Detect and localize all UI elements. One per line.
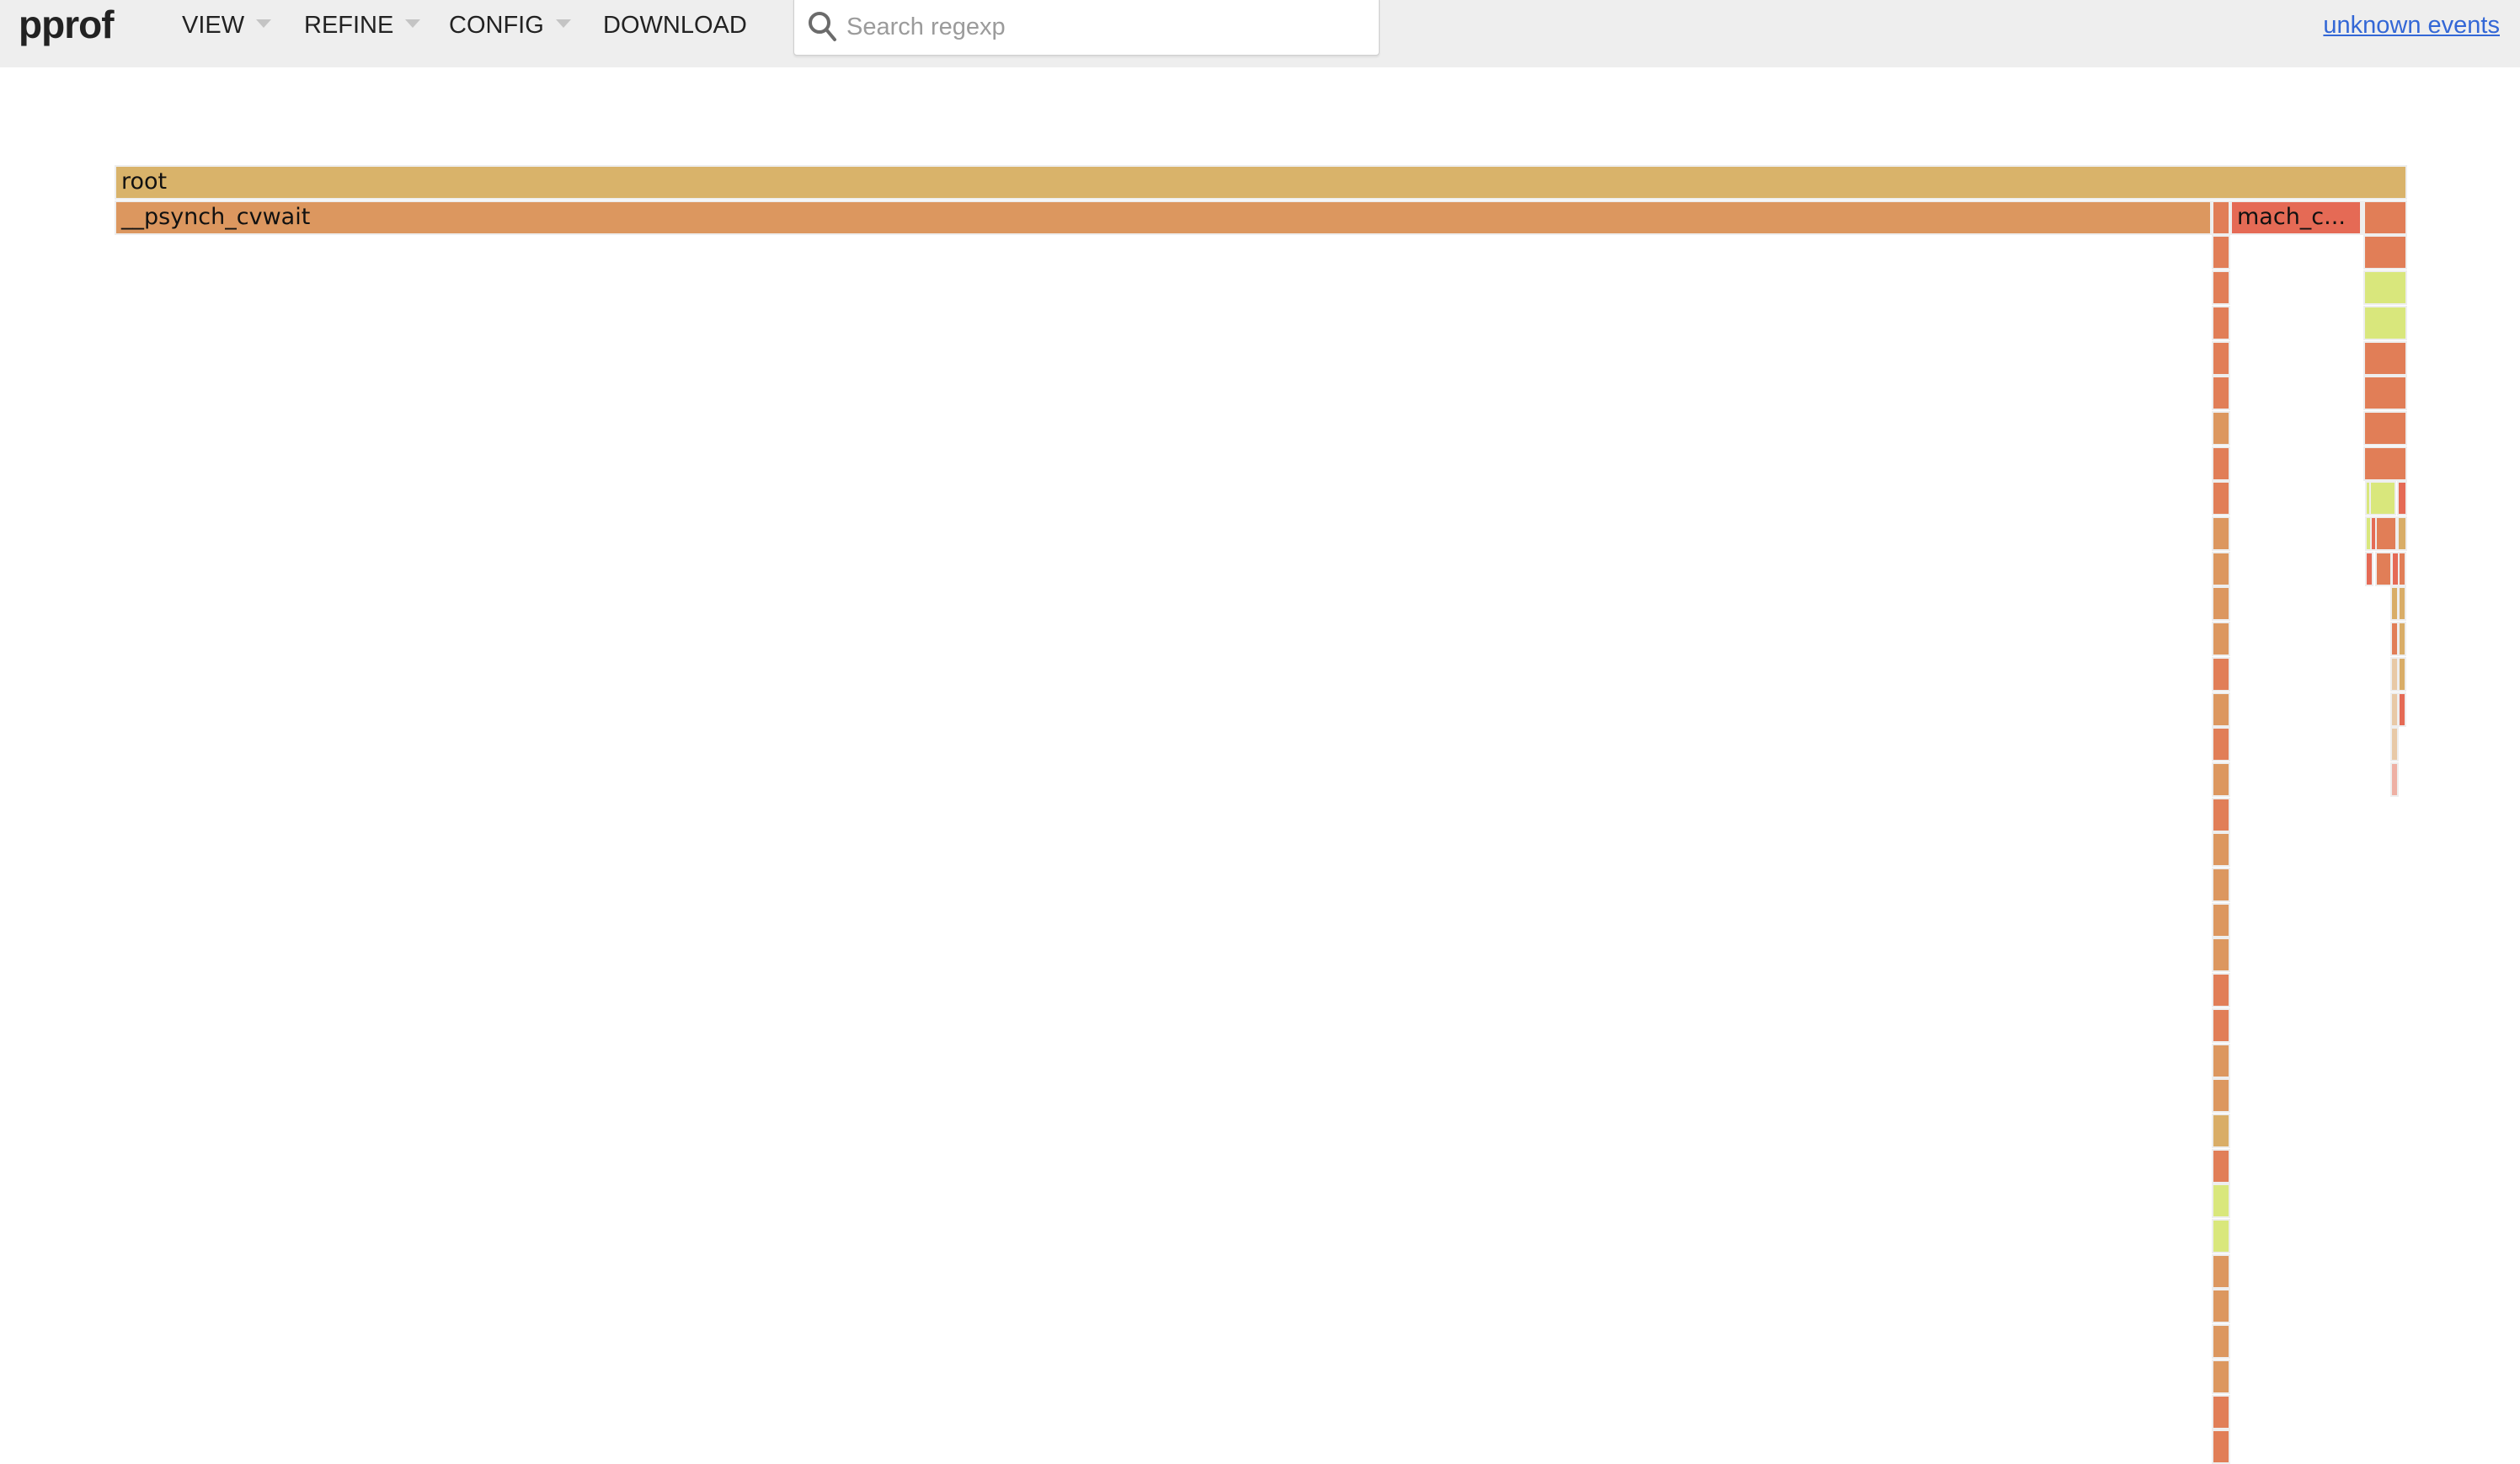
flame-frame[interactable]	[2397, 481, 2407, 516]
flame-frame[interactable]	[2375, 516, 2397, 551]
flame-frame[interactable]	[2212, 938, 2230, 973]
flame-frame[interactable]	[2363, 376, 2407, 411]
flame-frame[interactable]	[2212, 200, 2230, 235]
flame-frame[interactable]	[2212, 551, 2230, 586]
flame-frame[interactable]	[2212, 376, 2230, 411]
flame-frame[interactable]	[2212, 270, 2230, 306]
flame-frame[interactable]	[2390, 727, 2399, 762]
flame-frame[interactable]	[2212, 656, 2230, 692]
flame-frame[interactable]	[2212, 340, 2230, 376]
flame-frame[interactable]	[2363, 410, 2407, 446]
flame-frame[interactable]	[2212, 622, 2230, 657]
flame-frame[interactable]	[2398, 622, 2406, 657]
flame-frame[interactable]	[2375, 551, 2392, 586]
flame-frame[interactable]	[2212, 832, 2230, 868]
flame-frame[interactable]	[2212, 1394, 2230, 1429]
flame-frame[interactable]	[2363, 200, 2407, 235]
flame-frame[interactable]	[2365, 551, 2373, 586]
flame-graph: root __psynch_cvwait mach_c...	[0, 0, 2520, 1464]
flame-frame[interactable]	[2397, 516, 2407, 551]
flame-frame[interactable]	[2212, 692, 2230, 727]
flame-frame[interactable]	[2212, 727, 2230, 762]
flame-frame[interactable]	[2212, 797, 2230, 832]
flame-frame[interactable]	[2212, 1113, 2230, 1148]
flame-frame[interactable]	[2369, 481, 2396, 516]
flame-frame[interactable]	[2363, 235, 2407, 270]
flame-frame[interactable]	[2212, 868, 2230, 902]
flame-frame[interactable]	[2212, 1007, 2230, 1043]
flame-frame[interactable]	[2212, 1429, 2230, 1464]
flame-frame[interactable]	[2212, 1289, 2230, 1324]
flame-frame[interactable]	[2212, 305, 2230, 340]
flame-frame[interactable]	[2212, 1078, 2230, 1114]
flame-frame[interactable]	[2212, 1183, 2230, 1219]
flame-frame[interactable]	[2363, 270, 2407, 306]
flame-frame[interactable]	[2363, 446, 2407, 481]
flame-frame[interactable]	[2212, 1324, 2230, 1360]
flame-frame[interactable]	[2212, 481, 2230, 516]
flame-frame[interactable]	[2212, 1359, 2230, 1394]
flame-frame-psynch-cvwait[interactable]: __psynch_cvwait	[115, 200, 2212, 235]
flame-frame[interactable]	[2212, 516, 2230, 551]
flame-frame[interactable]	[2212, 235, 2230, 270]
flame-frame[interactable]	[2212, 761, 2230, 797]
flame-frame[interactable]	[2212, 1253, 2230, 1289]
flame-frame[interactable]	[2398, 692, 2406, 727]
flame-frame[interactable]	[2390, 761, 2399, 797]
flame-frame[interactable]	[2212, 446, 2230, 481]
flame-frame[interactable]	[2212, 410, 2230, 446]
flame-frame[interactable]	[2398, 586, 2406, 622]
flame-frame[interactable]	[2363, 305, 2407, 340]
flame-frame[interactable]	[2212, 1219, 2230, 1253]
flame-frame[interactable]	[2212, 586, 2230, 622]
flame-frame[interactable]	[2363, 340, 2407, 376]
flame-frame[interactable]	[2212, 902, 2230, 938]
flame-frame[interactable]	[2212, 1043, 2230, 1078]
flame-frame-root[interactable]: root	[115, 165, 2407, 200]
flame-frame-mach-c[interactable]: mach_c...	[2230, 200, 2362, 235]
flame-frame[interactable]	[2398, 656, 2406, 692]
flame-frame[interactable]	[2212, 973, 2230, 1008]
flame-frame[interactable]	[2398, 551, 2406, 586]
flame-frame[interactable]	[2212, 1148, 2230, 1183]
